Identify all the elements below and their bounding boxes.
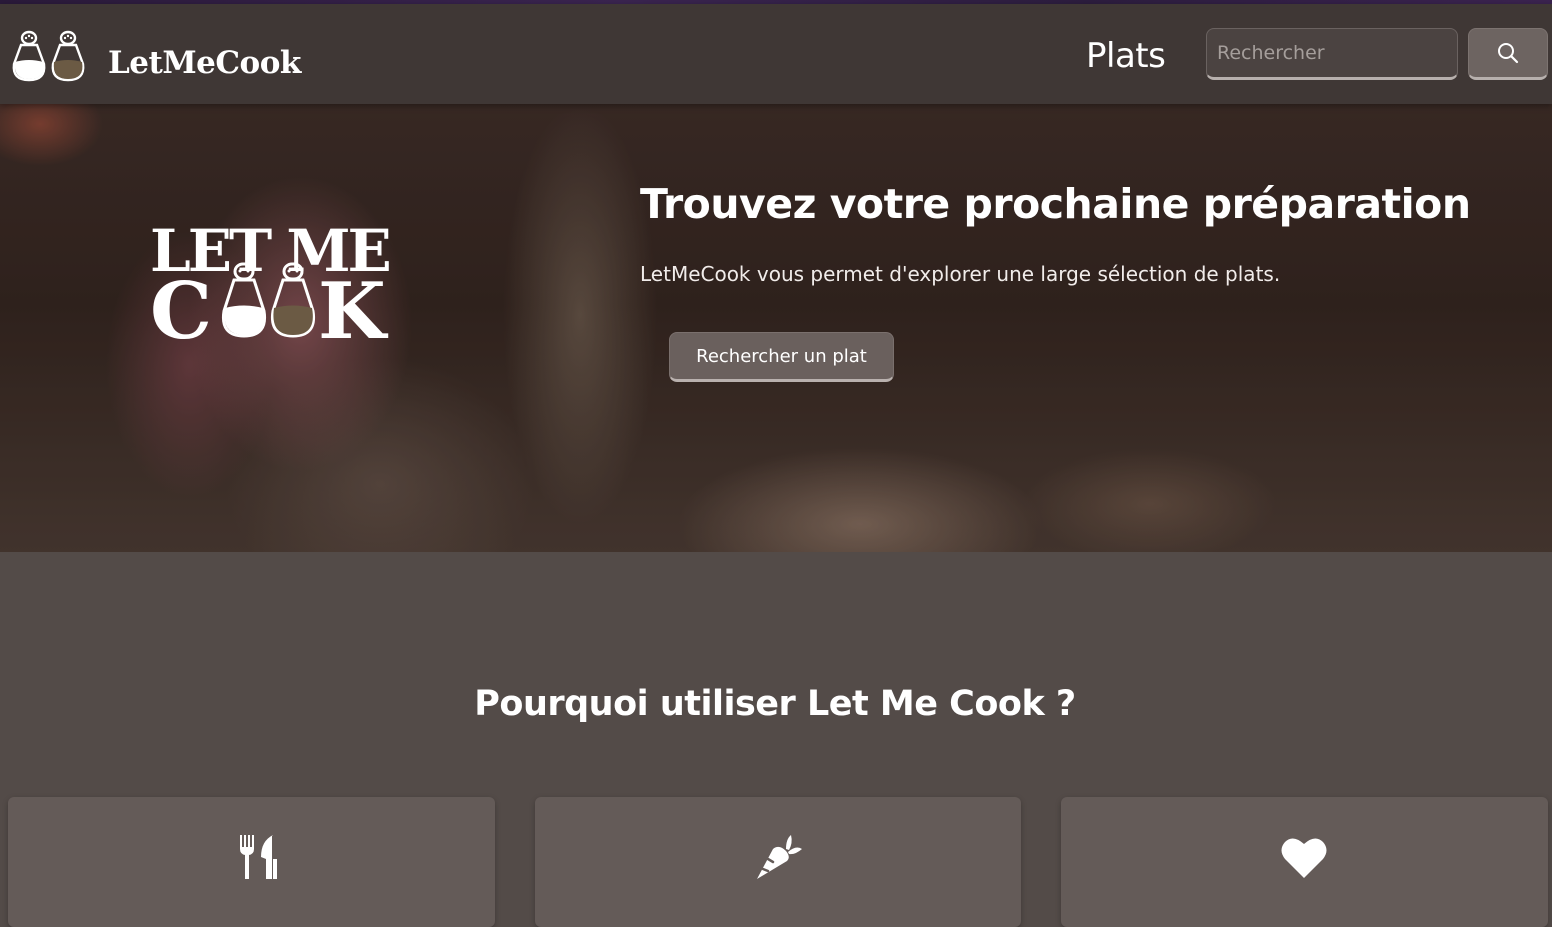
hero-title: Trouvez votre prochaine préparation [640,180,1471,228]
salt-pepper-logo-icon [12,30,85,82]
feature-card-dishes [8,797,495,927]
hero-section: LET ME C K Trouvez votre prochaine prépa… [0,104,1552,552]
feature-card-ingredients [535,797,1021,927]
brand-name: LetMeCook [108,45,301,81]
hero-subtitle: LetMeCook vous permet d'explorer une lar… [640,262,1281,286]
nav-link-plats[interactable]: Plats [1086,36,1166,76]
search-button[interactable] [1468,28,1548,80]
carrot-icon [757,835,802,879]
svg-text:K: K [318,266,389,341]
svg-text:C: C [150,266,209,341]
search-icon [1498,43,1519,64]
utensils-icon [240,835,277,879]
search-dish-button[interactable]: Rechercher un plat [669,332,894,382]
search-input[interactable] [1206,28,1458,80]
features-title: Pourquoi utiliser Let Me Cook ? [474,684,1076,724]
navbar: LetMeCook Plats [0,4,1552,104]
hero-logo: LET ME C K [150,217,393,341]
heart-icon [1281,838,1327,878]
feature-card-favorites [1061,797,1548,927]
brand-link[interactable]: LetMeCook [10,28,301,84]
